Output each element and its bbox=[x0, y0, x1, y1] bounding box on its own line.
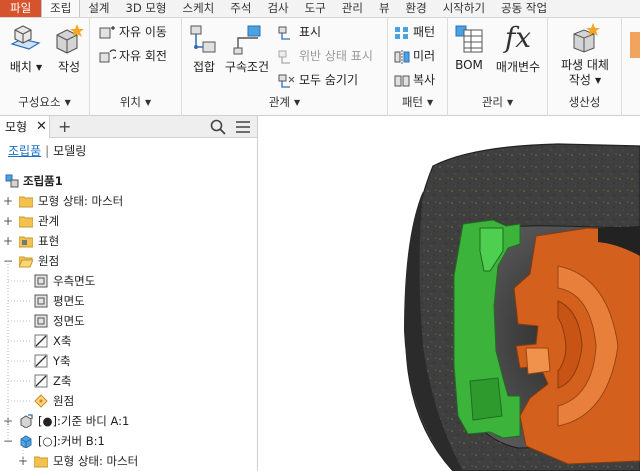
parameters-button[interactable]: fx 매개변수 bbox=[490, 22, 546, 75]
assembly-section-view[interactable] bbox=[258, 116, 640, 471]
pattern-panel: 패턴 미러 복사 패턴 ▼ bbox=[388, 18, 448, 116]
copy-button[interactable]: 복사 bbox=[394, 70, 435, 90]
create-icon bbox=[52, 22, 86, 56]
free-rotate-icon bbox=[99, 48, 119, 62]
free-move-button[interactable]: 자유 이동 bbox=[98, 22, 167, 42]
parameters-icon: fx bbox=[504, 21, 532, 54]
derive-substitute-button[interactable]: 파생 대체 작성 ▼ bbox=[552, 22, 618, 88]
constrain-icon bbox=[230, 22, 264, 56]
tab-collaborate[interactable]: 공동 작업 bbox=[493, 0, 555, 17]
mirror-icon bbox=[394, 49, 410, 64]
free-rotate-button[interactable]: 자유 회전 bbox=[98, 46, 167, 66]
derive-icon bbox=[568, 22, 602, 56]
overflow-panel-icon bbox=[630, 32, 640, 58]
tab-get-started[interactable]: 시작하기 bbox=[435, 0, 493, 17]
show-button[interactable]: 표시 bbox=[278, 22, 321, 42]
tab-3d-model[interactable]: 3D 모형 bbox=[118, 0, 175, 17]
tab-manage[interactable]: 관리 bbox=[334, 0, 371, 17]
pattern-icon bbox=[395, 26, 408, 39]
browser-mode-row: 조립품 | 모델링 bbox=[8, 144, 87, 158]
mirror-button[interactable]: 미러 bbox=[394, 46, 435, 66]
ribbon: 배치 ▼ 작성 구성요소 ▼ 자유 이동 자유 회전 위치 ▼ 접합 구속조건 … bbox=[0, 18, 640, 116]
tab-file[interactable]: 파일 bbox=[0, 0, 42, 17]
productivity-panel-title[interactable]: 생산성 bbox=[548, 94, 621, 110]
model-browser: 모형 ✕ + 조립품 | 모델링 조립품1 + 모형 상태: 마스터 + 관계 + bbox=[0, 116, 258, 471]
productivity-panel: 파생 대체 작성 ▼ 생산성 bbox=[548, 18, 622, 116]
free-move-icon bbox=[99, 25, 115, 38]
joint-icon bbox=[187, 22, 221, 56]
bom-button[interactable]: BOM bbox=[452, 22, 486, 72]
pattern-panel-title[interactable]: 패턴 ▼ bbox=[388, 94, 447, 110]
place-button[interactable]: 배치 ▼ bbox=[8, 22, 44, 75]
copy-icon bbox=[394, 75, 410, 86]
add-tab-icon[interactable]: + bbox=[58, 116, 71, 137]
graphics-window[interactable] bbox=[258, 116, 640, 471]
tab-sketch[interactable]: 스케치 bbox=[175, 0, 223, 17]
tree-guide-lines bbox=[7, 261, 32, 461]
tab-assemble[interactable]: 조립 bbox=[41, 0, 81, 17]
tab-inspect[interactable]: 검사 bbox=[259, 0, 296, 17]
manage-panel: BOM fx 매개변수 관리 ▼ bbox=[448, 18, 548, 116]
hide-all-icon bbox=[278, 74, 295, 88]
tab-environments[interactable]: 환경 bbox=[398, 0, 435, 17]
relationships-panel: 접합 구속조건 표시 위반 상태 표시 모두 숨기기 관계 ▼ bbox=[182, 18, 388, 116]
create-button[interactable]: 작성 bbox=[52, 22, 86, 75]
tab-annotate[interactable]: 주석 bbox=[222, 0, 259, 17]
tab-view[interactable]: 뷰 bbox=[371, 0, 398, 17]
manage-panel-title[interactable]: 관리 ▼ bbox=[448, 94, 547, 110]
show-sick-button[interactable]: 위반 상태 표시 bbox=[278, 46, 373, 66]
show-icon bbox=[278, 26, 290, 40]
ribbon-tab-bar: 파일 조립 설계 3D 모형 스케치 주석 검사 도구 관리 뷰 환경 시작하기… bbox=[0, 0, 640, 18]
menu-icon[interactable] bbox=[235, 120, 251, 134]
pattern-button[interactable]: 패턴 bbox=[394, 22, 435, 42]
joint-button[interactable]: 접합 bbox=[186, 22, 222, 75]
browser-tab-strip: 모형 ✕ + bbox=[0, 116, 257, 138]
tab-tools[interactable]: 도구 bbox=[297, 0, 334, 17]
hide-all-button[interactable]: 모두 숨기기 bbox=[278, 70, 358, 90]
close-icon[interactable]: ✕ bbox=[36, 116, 47, 138]
show-sick-icon bbox=[278, 50, 290, 64]
modeling-view-link[interactable]: 모델링 bbox=[53, 144, 86, 158]
component-panel-title[interactable]: 구성요소 ▼ bbox=[0, 94, 89, 110]
position-panel: 자유 이동 자유 회전 위치 ▼ bbox=[90, 18, 182, 116]
assembly-view-link[interactable]: 조립품 bbox=[8, 144, 41, 158]
bom-icon bbox=[452, 22, 486, 56]
position-panel-title[interactable]: 위치 ▼ bbox=[90, 94, 181, 110]
relationships-panel-title[interactable]: 관계 ▼ bbox=[182, 94, 387, 110]
tab-design[interactable]: 설계 bbox=[80, 0, 117, 17]
constrain-button[interactable]: 구속조건 bbox=[222, 22, 272, 75]
green-component-shadow bbox=[469, 377, 503, 421]
search-icon[interactable] bbox=[210, 119, 226, 135]
place-icon bbox=[9, 22, 43, 56]
orange-component-step bbox=[525, 347, 551, 375]
component-panel: 배치 ▼ 작성 구성요소 ▼ bbox=[0, 18, 90, 116]
